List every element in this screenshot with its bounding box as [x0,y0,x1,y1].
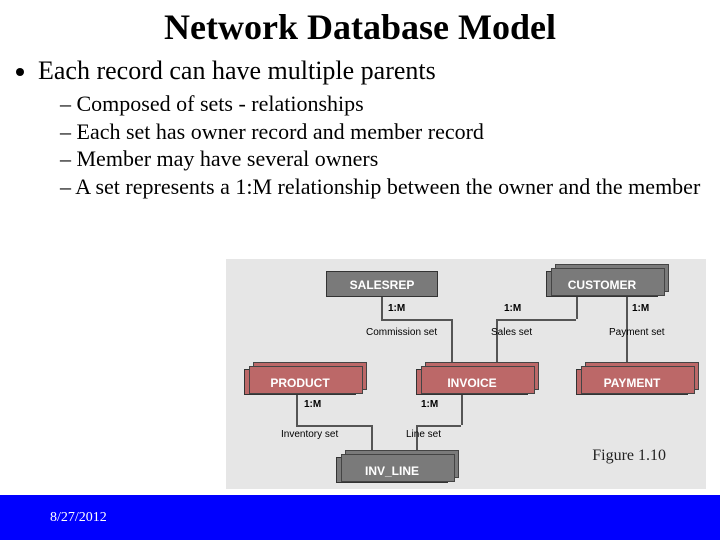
edge-segment [381,319,451,321]
slide-body: Network Database Model Each record can h… [0,0,720,495]
sub-bullet: Member may have several owners [60,145,710,173]
rel-inventory-label: Inventory set [281,429,338,440]
rel-1m: 1:M [632,303,649,314]
edge-segment [576,297,578,319]
figure: SALESREP CUSTOMER PRODUCT INVOICE PAYMEN… [226,259,706,489]
rel-1m: 1:M [304,399,321,410]
rel-commission-label: Commission set [366,327,437,338]
sub-bullet-list: Composed of sets - relationships Each se… [60,90,710,200]
edge-segment [296,425,371,427]
node-customer: CUSTOMER [546,271,658,297]
bullet-list: Each record can have multiple parents Co… [38,56,710,200]
rel-1m: 1:M [421,399,438,410]
node-salesrep: SALESREP [326,271,438,297]
slide-title: Network Database Model [10,6,710,48]
edge-segment [381,297,383,319]
edge-segment [416,425,461,427]
rel-sales-label: Sales set [491,327,532,338]
node-payment: PAYMENT [576,369,688,395]
figure-caption: Figure 1.10 [592,447,666,465]
node-invoice: INVOICE [416,369,528,395]
bullet-main-text: Each record can have multiple parents [38,56,436,85]
rel-line-label: Line set [406,429,441,440]
rel-1m: 1:M [388,303,405,314]
edge-segment [461,395,463,425]
node-invline: INV_LINE [336,457,448,483]
node-product: PRODUCT [244,369,356,395]
sub-bullet: Composed of sets - relationships [60,90,710,118]
rel-1m: 1:M [504,303,521,314]
rel-payment-label: Payment set [609,327,665,338]
sub-bullet: Each set has owner record and member rec… [60,118,710,146]
bullet-main: Each record can have multiple parents Co… [38,56,710,200]
footer-date: 8/27/2012 [50,510,107,526]
edge-segment [296,395,298,425]
sub-bullet: A set represents a 1:M relationship betw… [60,173,710,201]
edge-segment [496,319,576,321]
